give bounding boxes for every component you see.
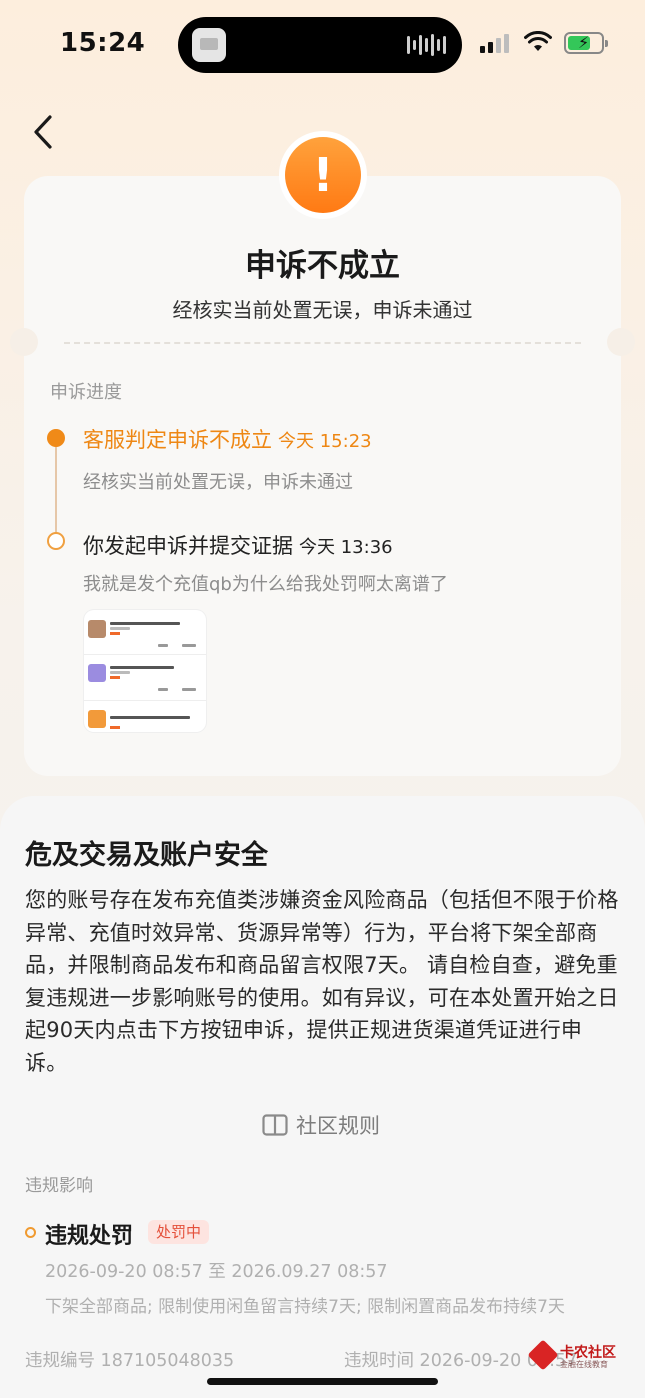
evidence-item xyxy=(88,704,202,732)
audio-wave-icon xyxy=(407,33,446,57)
penalty-status-badge: 处罚中 xyxy=(148,1220,210,1244)
battery-icon: ⚡ xyxy=(564,32,608,54)
impact-label: 违规影响 xyxy=(25,1176,93,1196)
violation-id: 违规编号 187105048035 xyxy=(25,1351,235,1371)
evidence-screenshot-thumbnail[interactable] xyxy=(84,610,206,732)
step-1-title: 客服判定申诉不成立 xyxy=(83,428,272,452)
community-rules-label: 社区规则 xyxy=(296,1114,380,1138)
island-app-icon xyxy=(192,28,226,62)
penalty-period: 2026-09-20 08:57 至 2026.09.27 08:57 xyxy=(45,1262,388,1282)
warning-icon: ! xyxy=(285,137,361,213)
wifi-icon xyxy=(524,31,552,51)
result-subtitle: 经核实当前处置无误，申诉未通过 xyxy=(172,298,473,322)
community-rules-link[interactable]: 社区规则 xyxy=(262,1110,380,1140)
status-time: 15:24 xyxy=(60,28,146,58)
timeline-dot-current xyxy=(47,429,65,447)
step-2-title: 你发起申诉并提交证据 xyxy=(83,534,293,558)
evidence-item xyxy=(88,658,202,694)
step-2-desc: 我就是发个充值qb为什么给我处罚啊太离谱了 xyxy=(83,574,448,595)
step-2: 你发起申诉并提交证据 今天 13:36 xyxy=(83,530,393,560)
step-1-desc: 经核实当前处置无误，申诉未通过 xyxy=(83,472,353,493)
step-2-time: 今天 13:36 xyxy=(299,537,393,558)
status-bar: 15:24 ⚡ xyxy=(0,0,645,90)
cellular-signal-icon xyxy=(480,33,509,53)
dynamic-island[interactable] xyxy=(178,17,462,73)
timeline-line xyxy=(55,438,57,540)
back-chevron-icon[interactable] xyxy=(28,112,64,152)
warning-badge: ! xyxy=(279,131,367,219)
penalty-title: 违规处罚 xyxy=(45,1224,134,1249)
watermark-icon xyxy=(527,1339,559,1371)
step-1: 客服判定申诉不成立 今天 15:23 xyxy=(83,424,372,454)
step-1-time: 今天 15:23 xyxy=(278,431,372,452)
ticket-notch-right xyxy=(607,328,635,356)
penalty-description: 下架全部商品; 限制使用闲鱼留言持续7天; 限制闲置商品发布持续7天 xyxy=(45,1297,565,1317)
dashed-divider xyxy=(64,342,581,344)
penalty-dot xyxy=(25,1227,36,1238)
watermark-logo: 卡农社区 金融在线教育 xyxy=(527,1339,622,1372)
book-icon xyxy=(262,1114,288,1136)
violation-detail-sheet: 危及交易及账户安全 您的账号存在发布充值类涉嫌资金风险商品（包括但不限于价格异常… xyxy=(0,796,645,1398)
progress-label: 申诉进度 xyxy=(50,382,122,403)
evidence-item xyxy=(88,614,202,650)
violation-title: 危及交易及账户安全 xyxy=(25,840,268,871)
watermark-subtext: 金融在线教育 xyxy=(560,1360,608,1369)
home-indicator[interactable] xyxy=(207,1378,438,1385)
timeline-dot-past xyxy=(47,532,65,550)
result-title: 申诉不成立 xyxy=(245,248,400,284)
violation-description: 您的账号存在发布充值类涉嫌资金风险商品（包括但不限于价格异常、充值时效异常、货源… xyxy=(25,888,619,1075)
ticket-notch-left xyxy=(10,328,38,356)
appeal-result-card: 申诉不成立 经核实当前处置无误，申诉未通过 申诉进度 客服判定申诉不成立 今天 1… xyxy=(10,176,635,776)
